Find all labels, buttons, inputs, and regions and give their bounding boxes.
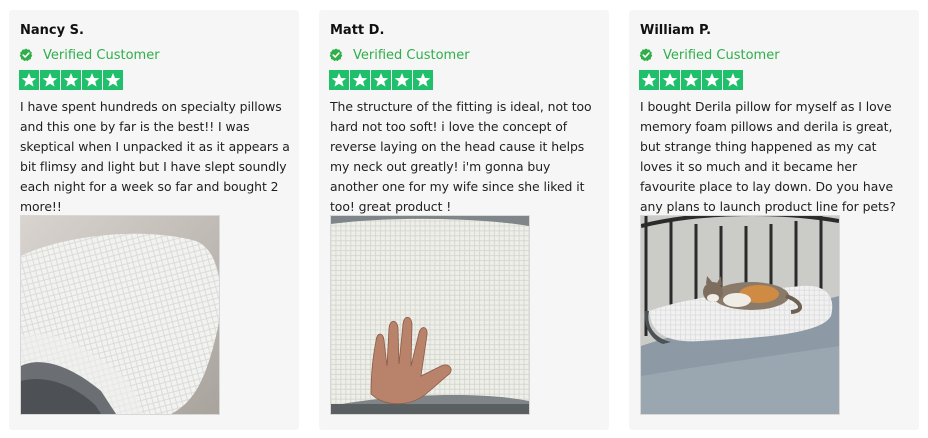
review-text: I bought Derila pillow for myself as I l…	[640, 99, 896, 214]
reviews-row: Nancy S. Verified Customer I have spent …	[0, 0, 928, 438]
star-icon	[19, 70, 39, 90]
pillow-photo-icon	[21, 216, 219, 414]
star-icon	[40, 70, 60, 90]
verified-check-icon	[19, 48, 33, 62]
verified-label: Verified Customer	[353, 47, 470, 63]
star-icon	[82, 70, 102, 90]
star-rating	[329, 70, 599, 92]
review-photo[interactable]	[330, 215, 530, 415]
review-text: The structure of the fitting is ideal, n…	[330, 99, 592, 214]
star-icon	[702, 70, 722, 90]
hand-on-pillow-photo-icon	[331, 216, 529, 414]
review-text: I have spent hundreds on specialty pillo…	[20, 99, 290, 214]
reviewer-name: Matt D.	[330, 23, 385, 38]
verified-badge: Verified Customer	[639, 46, 909, 64]
review-card: William P. Verified Customer I bought De…	[629, 10, 919, 430]
verified-badge: Verified Customer	[19, 46, 289, 64]
star-icon	[329, 70, 349, 90]
star-icon	[371, 70, 391, 90]
star-icon	[723, 70, 743, 90]
star-icon	[61, 70, 81, 90]
star-icon	[413, 70, 433, 90]
star-rating	[19, 70, 289, 92]
cat-on-pillow-photo-icon	[641, 216, 839, 414]
star-rating	[639, 70, 909, 92]
star-icon	[392, 70, 412, 90]
star-icon	[660, 70, 680, 90]
verified-check-icon	[329, 48, 343, 62]
verified-badge: Verified Customer	[329, 46, 599, 64]
verified-label: Verified Customer	[43, 47, 160, 63]
review-photo[interactable]	[640, 215, 840, 415]
verified-label: Verified Customer	[663, 47, 780, 63]
star-icon	[681, 70, 701, 90]
star-icon	[350, 70, 370, 90]
reviewer-name: Nancy S.	[20, 23, 84, 38]
star-icon	[103, 70, 123, 90]
star-icon	[639, 70, 659, 90]
review-card: Nancy S. Verified Customer I have spent …	[9, 10, 299, 430]
verified-check-icon	[639, 48, 653, 62]
review-photo[interactable]	[20, 215, 220, 415]
review-card: Matt D. Verified Customer The structure …	[319, 10, 609, 430]
reviewer-name: William P.	[640, 23, 712, 38]
